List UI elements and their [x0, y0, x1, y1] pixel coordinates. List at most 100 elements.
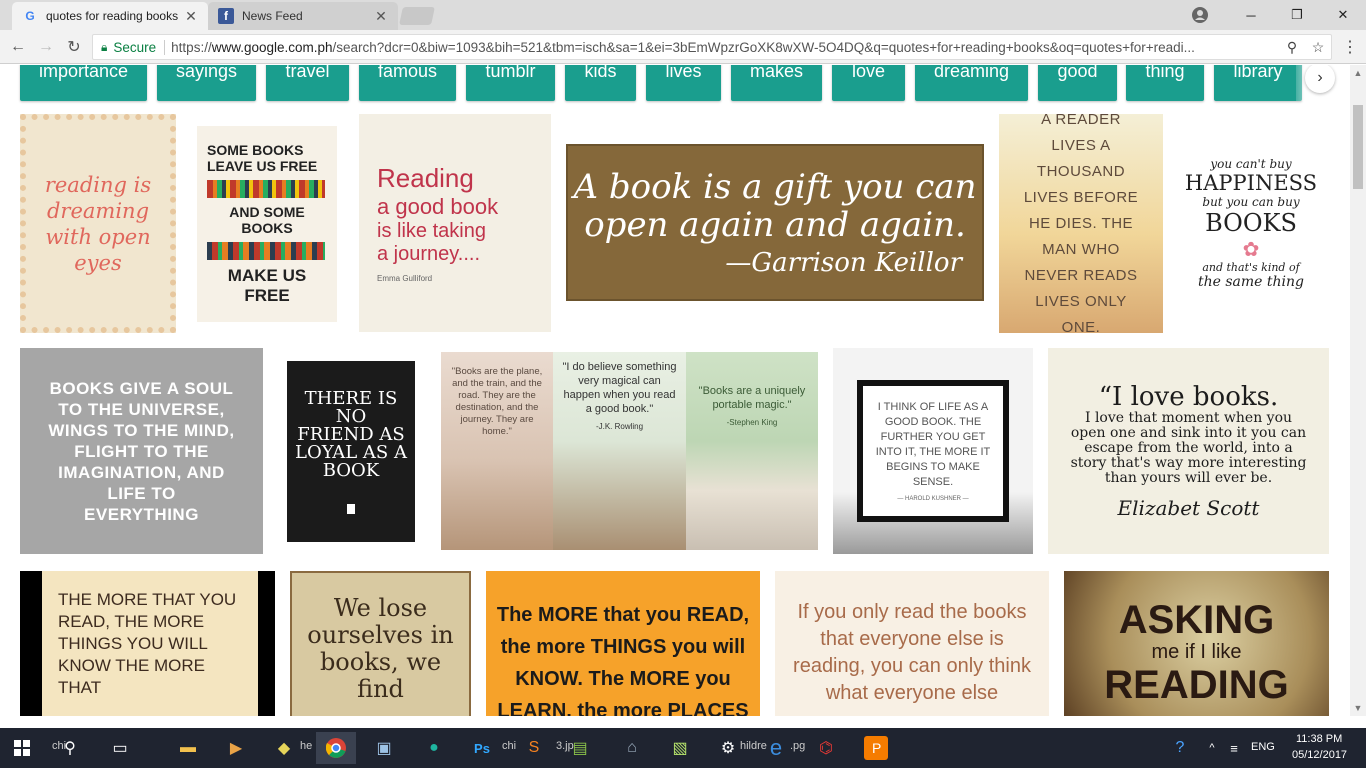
close-window-button[interactable]: ✕: [1320, 0, 1366, 30]
windows-start-icon[interactable]: [2, 732, 42, 764]
scroll-thumb[interactable]: [1353, 105, 1363, 189]
profile-icon[interactable]: [1190, 5, 1210, 25]
language-indicator[interactable]: ENG: [1251, 741, 1275, 753]
chip[interactable]: tumblr: [466, 65, 555, 101]
image-result[interactable]: THERE IS NO FRIEND AS LOYAL AS A BOOK: [287, 361, 415, 542]
tab-news-feed[interactable]: f News Feed ✕: [208, 2, 398, 30]
image-text: ASKING: [1118, 598, 1275, 642]
chips-scroll: ›: [1296, 65, 1344, 101]
vertical-scrollbar[interactable]: ▲ ▼: [1350, 65, 1366, 716]
image-text: The MORE that you READ, the more THINGS …: [496, 604, 750, 716]
image-text: me if I like: [1151, 641, 1242, 663]
picture-frame: I THINK OF LIFE AS A GOOD BOOK. THE FURT…: [857, 380, 1009, 522]
back-icon[interactable]: ←: [6, 35, 30, 59]
chip[interactable]: love: [832, 65, 905, 101]
image-result[interactable]: BOOKS GIVE A SOUL TO THE UNIVERSE, WINGS…: [20, 348, 263, 554]
chip[interactable]: makes: [731, 65, 822, 101]
chip[interactable]: sayings: [157, 65, 256, 101]
chip[interactable]: dreaming: [915, 65, 1028, 101]
app-circle-icon[interactable]: ●: [414, 732, 454, 764]
image-result[interactable]: reading is dreaming with open eyes: [20, 114, 176, 333]
image-text: I love that moment when you open one and…: [1070, 409, 1307, 486]
3d-box-icon[interactable]: ▣: [364, 732, 404, 764]
facebook-icon: f: [218, 8, 234, 24]
photoshop-icon[interactable]: Ps: [462, 732, 502, 764]
browser-toolbar: ← → ↻ 🔒︎ Secure https://www.google.com.p…: [0, 30, 1366, 64]
image-file-icon[interactable]: ▤: [560, 732, 600, 764]
chevron-right-icon[interactable]: ›: [1305, 65, 1335, 93]
security-label: Secure: [113, 39, 166, 55]
media-player-icon[interactable]: ▶: [216, 732, 256, 764]
image-text: If you only read the books that everyone…: [793, 601, 1031, 704]
slides-app-icon[interactable]: P: [856, 732, 896, 764]
image-text: BOOKS GIVE A SOUL TO THE UNIVERSE, WINGS…: [48, 378, 235, 524]
svg-text:P: P: [872, 740, 881, 756]
scroll-up-icon[interactable]: ▲: [1350, 65, 1366, 81]
chip[interactable]: kids: [565, 65, 636, 101]
clock-time[interactable]: 11:38 PM: [1296, 733, 1342, 745]
url-text[interactable]: https://www.google.com.ph/search?dcr=0&b…: [171, 40, 1279, 55]
image-text: —Garrison Keillor: [725, 247, 962, 278]
image-result[interactable]: We lose ourselves in books, we find: [290, 571, 471, 716]
image-text: reading is dreaming with open eyes: [44, 172, 152, 275]
chip[interactable]: library: [1214, 65, 1302, 101]
close-tab-icon[interactable]: ✕: [374, 8, 388, 25]
books-shelf-icon: [207, 180, 325, 198]
image-text: THERE IS NO FRIEND AS LOYAL AS A BOOK: [295, 387, 407, 481]
image-result[interactable]: "Books are the plane, and the train, and…: [441, 352, 818, 550]
image-result[interactable]: A book is a gift you can open again and …: [566, 144, 984, 301]
image-viewer-icon[interactable]: ▧: [660, 732, 700, 764]
chip[interactable]: importance: [20, 65, 147, 101]
image-result[interactable]: SOME BOOKS LEAVE US FREE AND SOME BOOKS …: [197, 126, 337, 322]
lock-icon: 🔒︎: [101, 39, 108, 54]
zoom-icon[interactable]: ⚲: [1279, 39, 1305, 56]
chip[interactable]: thing: [1126, 65, 1204, 101]
image-result[interactable]: you can't buy HAPPINESS but you can buy …: [1186, 114, 1316, 333]
chip[interactable]: good: [1038, 65, 1117, 101]
image-result[interactable]: Reading a good book is like taking a jou…: [359, 114, 551, 332]
image-text: “I love books.: [1098, 381, 1279, 412]
chip[interactable]: lives: [646, 65, 721, 101]
image-result[interactable]: A READER LIVES A THOUSAND LIVES BEFORE H…: [999, 114, 1163, 333]
title-bar: G quotes for reading books ✕ f News Feed…: [0, 0, 1366, 30]
chip[interactable]: famous: [359, 65, 456, 101]
image-text: "I do believe something very magical can…: [562, 361, 677, 415]
clock-date[interactable]: 05/12/2017: [1292, 749, 1347, 761]
address-bar[interactable]: 🔒︎ Secure https://www.google.com.ph/sear…: [92, 34, 1332, 60]
image-text: BOOKS: [1205, 209, 1297, 237]
tab-google-search[interactable]: G quotes for reading books ✕: [12, 2, 208, 30]
image-text: SOME BOOKS: [207, 142, 304, 158]
books-shelf-icon: [207, 242, 325, 260]
network-tool-icon[interactable]: ⌂: [612, 732, 652, 764]
minimize-button[interactable]: ─: [1228, 0, 1274, 30]
taskbar: ⚲ ▭ chi ▬ ▶ ◆ he ▣ ● Ps chi S 3.jp ▤ ⌂ ▧…: [0, 728, 1366, 768]
image-result[interactable]: “I love books. I love that moment when y…: [1048, 348, 1329, 554]
pdf-icon[interactable]: ⌬: [806, 732, 846, 764]
task-view-icon[interactable]: ▭: [100, 732, 140, 764]
forward-icon[interactable]: →: [34, 35, 58, 59]
chrome-icon[interactable]: [316, 732, 356, 764]
reload-icon[interactable]: ↻: [62, 35, 86, 59]
image-result[interactable]: The MORE that you READ, the more THINGS …: [486, 571, 760, 716]
menu-icon[interactable]: ⋮: [1338, 35, 1362, 59]
quote-panel: "Books are a uniquely portable magic." -…: [686, 352, 818, 550]
image-text: and that's kind of: [1202, 261, 1300, 274]
bookmark-star-icon[interactable]: ☆: [1305, 39, 1331, 56]
file-explorer-icon[interactable]: ▬: [168, 732, 208, 764]
new-tab-button[interactable]: [399, 7, 435, 25]
chip[interactable]: travel: [266, 65, 349, 101]
image-result[interactable]: I THINK OF LIFE AS A GOOD BOOK. THE FURT…: [833, 348, 1033, 554]
sublime-icon[interactable]: S: [514, 732, 554, 764]
notifications-icon[interactable]: ≡: [1214, 732, 1254, 764]
image-result[interactable]: THE MORE THAT YOU READ, THE MORE THINGS …: [20, 571, 275, 716]
restore-button[interactable]: ❐: [1274, 0, 1320, 30]
image-result[interactable]: ASKING me if I like READING: [1064, 571, 1329, 716]
sticky-notes-icon[interactable]: ◆: [264, 732, 304, 764]
image-text: Emma Gulliford: [377, 274, 433, 283]
close-tab-icon[interactable]: ✕: [184, 8, 198, 25]
image-text: a journey....: [377, 243, 481, 265]
image-text: you can't buy: [1210, 157, 1292, 171]
scroll-down-icon[interactable]: ▼: [1350, 700, 1366, 716]
image-result[interactable]: If you only read the books that everyone…: [775, 571, 1049, 716]
image-text: LEAVE US FREE: [207, 158, 318, 174]
